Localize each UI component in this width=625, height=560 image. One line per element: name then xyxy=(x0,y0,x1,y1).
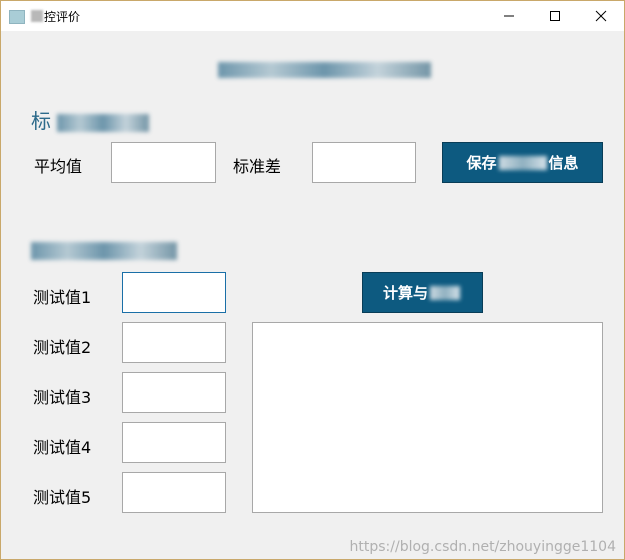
minimize-button[interactable] xyxy=(486,1,532,31)
test-input-2[interactable] xyxy=(122,322,226,363)
save-button-redacted xyxy=(498,155,547,170)
title-redacted xyxy=(31,10,43,22)
save-button-suffix: 信息 xyxy=(548,154,579,172)
maximize-icon xyxy=(550,11,560,21)
app-icon xyxy=(9,10,25,24)
calculate-button[interactable]: 计算与 xyxy=(362,272,483,313)
save-info-button[interactable]: 保存 信息 xyxy=(442,142,603,183)
test-label-5: 测试值5 xyxy=(33,488,92,507)
section-test-title xyxy=(31,237,177,261)
test-input-3[interactable] xyxy=(122,372,226,413)
maximize-button[interactable] xyxy=(532,1,578,31)
test-label-2: 测试值2 xyxy=(33,338,92,357)
watermark-text: https://blog.csdn.net/zhouyingge1104 xyxy=(349,539,616,555)
std-input[interactable] xyxy=(312,142,416,183)
minimize-icon xyxy=(504,15,514,17)
test-input-4[interactable] xyxy=(122,422,226,463)
close-icon xyxy=(595,10,607,22)
test-label-3: 测试值3 xyxy=(33,388,92,407)
page-heading-redacted xyxy=(218,59,433,81)
window-title: 控评价 xyxy=(44,10,81,24)
mean-label: 平均值 xyxy=(34,157,83,176)
close-button[interactable] xyxy=(578,1,624,31)
std-label: 标准差 xyxy=(233,157,282,176)
section-standard-title: 标 xyxy=(31,105,150,134)
test-label-1: 测试值1 xyxy=(33,288,92,307)
title-bar: 控评价 xyxy=(1,1,624,31)
calc-button-prefix: 计算与 xyxy=(382,284,428,302)
test-input-1[interactable] xyxy=(122,272,226,313)
test-label-4: 测试值4 xyxy=(33,438,92,457)
test-input-5[interactable] xyxy=(122,472,226,513)
main-window: 控评价 标 平均值 标准差 保存 信息 测试值1 测试值2 测试值3 测试值4 … xyxy=(0,0,625,560)
mean-input[interactable] xyxy=(111,142,216,183)
save-button-prefix: 保存 xyxy=(466,154,497,172)
calc-button-redacted xyxy=(430,285,460,300)
result-output[interactable] xyxy=(252,322,603,513)
